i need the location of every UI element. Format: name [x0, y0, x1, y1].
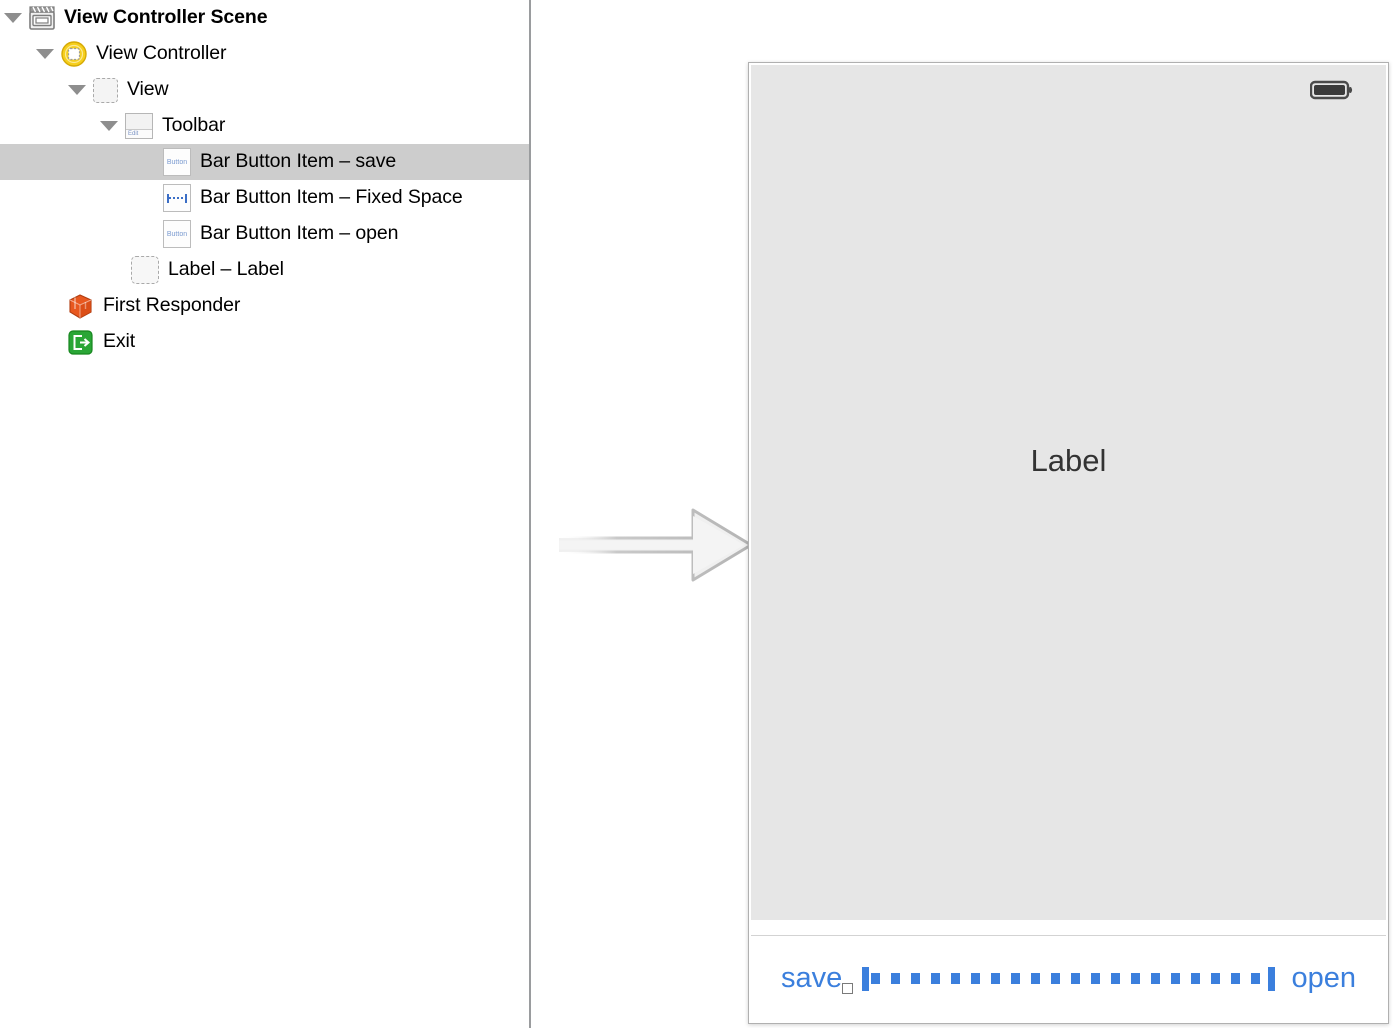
first-responder-icon: [67, 293, 94, 320]
fixed-space-right-cap: [1268, 966, 1276, 991]
toolbar-button-save-label: save: [781, 962, 843, 994]
root-view[interactable]: Label: [751, 65, 1386, 920]
toolbar-button-save[interactable]: save: [781, 962, 854, 995]
fixed-space-dashes: [871, 973, 1267, 984]
fixed-space-glyph: [167, 193, 187, 203]
disclosure-triangle-icon[interactable]: [100, 121, 118, 131]
outline-row-label: First Responder: [103, 294, 241, 317]
bar-button-icon-caption: Button: [166, 158, 188, 166]
outline-row-label: View: [127, 78, 169, 101]
outline-row-view-controller-scene[interactable]: View Controller Scene: [0, 0, 530, 36]
storyboard-canvas[interactable]: Label save open: [531, 0, 1396, 1028]
view-toolbar-gap: [751, 920, 1386, 936]
outline-row-bar-button-item-save[interactable]: Button Bar Button Item – save: [0, 144, 530, 180]
disclosure-triangle-icon[interactable]: [36, 49, 54, 59]
fixed-space-left-cap: [862, 966, 870, 991]
bar-button-item-icon: Button: [163, 148, 191, 176]
battery-full-icon: [1309, 79, 1354, 101]
disclosure-triangle-icon[interactable]: [4, 13, 22, 23]
selection-handle[interactable]: [842, 983, 854, 994]
toolbar-button-open-label: open: [1291, 962, 1356, 994]
view-controller-scene-frame[interactable]: Label save open: [748, 62, 1389, 1024]
outline-row-label-item[interactable]: Label – Label: [0, 252, 530, 288]
outline-row-label: Exit: [103, 330, 136, 353]
outline-row-label: View Controller: [96, 42, 227, 65]
outline-row-first-responder[interactable]: First Responder: [0, 288, 530, 324]
label-text[interactable]: Label: [751, 443, 1386, 479]
outline-row-view[interactable]: View: [0, 72, 530, 108]
outline-row-label: View Controller Scene: [64, 6, 268, 29]
outline-row-bar-button-item-fixed-space[interactable]: Bar Button Item – Fixed Space: [0, 180, 530, 216]
outline-row-exit[interactable]: Exit: [0, 324, 530, 360]
view-icon: [93, 77, 118, 103]
entry-point-arrow: [551, 490, 781, 600]
clapperboard-icon: [29, 6, 55, 30]
xcode-storyboard-editor: View Controller Scene View Controller Vi…: [0, 0, 1396, 1028]
outline-row-label: Toolbar: [162, 114, 226, 137]
fixed-space-indicator[interactable]: [862, 966, 1276, 991]
outline-row-toolbar[interactable]: Edit Toolbar: [0, 108, 530, 144]
document-outline-panel: View Controller Scene View Controller Vi…: [0, 0, 530, 1028]
bar-button-icon-caption: Button: [166, 230, 188, 238]
toolbar-icon-caption: Edit: [126, 129, 152, 138]
fixed-space-icon: [163, 184, 191, 212]
outline-row-label: Label – Label: [168, 258, 284, 281]
toolbar-button-open[interactable]: open: [1291, 962, 1356, 995]
bar-button-item-icon: Button: [163, 220, 191, 248]
toolbar[interactable]: save open: [751, 936, 1386, 1021]
exit-icon: [67, 329, 94, 356]
outline-row-view-controller[interactable]: View Controller: [0, 36, 530, 72]
outline-row-bar-button-item-open[interactable]: Button Bar Button Item – open: [0, 216, 530, 252]
view-controller-icon: [61, 41, 87, 67]
toolbar-icon: Edit: [125, 113, 153, 139]
outline-row-label: Bar Button Item – Fixed Space: [200, 186, 463, 209]
disclosure-triangle-icon[interactable]: [68, 85, 86, 95]
label-icon: [131, 256, 159, 284]
outline-row-label: Bar Button Item – open: [200, 222, 399, 245]
outline-row-label: Bar Button Item – save: [200, 150, 397, 173]
